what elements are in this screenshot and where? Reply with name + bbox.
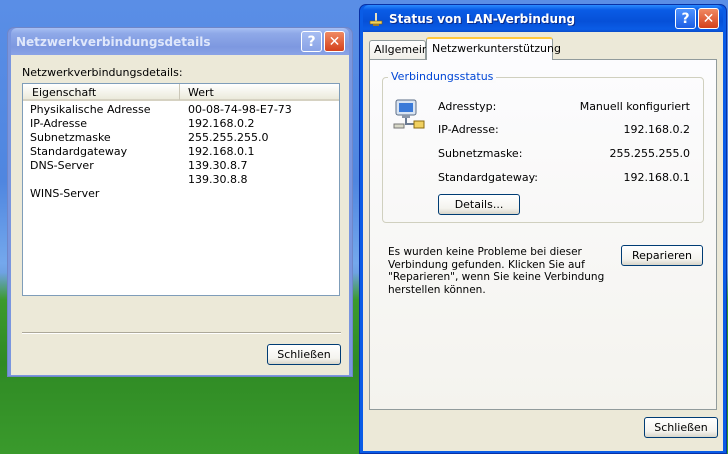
table-row[interactable]: IP-Adresse 192.168.0.2 [23,117,339,131]
row-property: WINS-Server [30,187,100,200]
field-label-adresstyp: Adresstyp: [438,100,497,113]
close-icon[interactable]: ✕ [324,31,345,52]
column-header-property[interactable]: Eigenschaft [23,84,180,100]
problem-text-line: "Reparieren", wenn Sie keine Verbindung [388,271,605,283]
row-value: 192.168.0.2 [188,117,255,130]
details-window-title: Netzwerkverbindungsdetails [16,34,211,49]
field-label-gateway: Standardgateway: [438,171,538,184]
details-titlebar[interactable]: Netzwerkverbindungsdetails ? ✕ [11,28,349,55]
field-value-adresstyp: Manuell konfiguriert [579,100,690,113]
close-button[interactable]: Schließen [644,417,718,438]
field-label-subnet: Subnetzmaske: [438,147,523,160]
divider [22,332,341,334]
network-connection-icon [368,11,384,27]
row-property: DNS-Server [30,159,94,172]
status-titlebar[interactable]: Status von LAN-Verbindung ? ✕ [363,5,723,32]
field-label-ip: IP-Adresse: [438,123,499,136]
row-value: 255.255.255.0 [188,131,269,144]
network-computer-icon [392,97,426,131]
listview-header: Eigenschaft Wert [23,84,339,101]
table-row[interactable]: Standardgateway 192.168.0.1 [23,145,339,159]
details-listview[interactable]: Eigenschaft Wert Physikalische Adresse 0… [22,83,340,296]
tab-allgemein-label: Allgemein [374,43,429,56]
row-value: 139.30.8.8 [188,173,248,186]
details-client: Netzwerkverbindungsdetails: Eigenschaft … [11,55,349,375]
column-header-property-label: Eigenschaft [32,86,97,99]
row-property: Subnetzmaske [30,131,111,144]
status-client: Allgemein Netzwerkunterstützung Verbindu… [363,32,723,451]
table-row[interactable]: 139.30.8.8 [23,173,339,187]
close-button[interactable]: Schließen [267,344,341,365]
help-button[interactable]: ? [301,31,322,52]
tab-allgemein[interactable]: Allgemein [369,40,429,59]
row-value: 00-08-74-98-E7-73 [188,103,292,116]
row-value: 139.30.8.7 [188,159,248,172]
problem-text-line: herstellen können. [388,283,486,296]
table-row[interactable]: Subnetzmaske 255.255.255.0 [23,131,339,145]
problem-text-line: Verbindung gefunden. Klicken Sie auf [388,258,585,271]
tab-page: Verbindungsstatus Adresstyp: Manuell kon… [369,59,717,410]
details-heading: Netzwerkverbindungsdetails: [22,66,183,79]
details-button[interactable]: Details... [438,194,520,215]
problem-text: Es wurden keine Probleme bei dieser Verb… [388,246,608,296]
status-window-title: Status von LAN-Verbindung [389,11,576,26]
tab-netzwerkunterstuetzung-label: Netzwerkunterstützung [432,42,561,55]
listview-rows: Physikalische Adresse 00-08-74-98-E7-73 … [23,103,339,201]
field-value-ip: 192.168.0.2 [623,123,690,136]
row-property: IP-Adresse [30,117,87,130]
field-value-gateway: 192.168.0.1 [623,171,690,184]
details-window: Netzwerkverbindungsdetails ? ✕ Netzwerkv… [7,27,353,377]
row-property: Standardgateway [30,145,128,158]
table-row[interactable]: Physikalische Adresse 00-08-74-98-E7-73 [23,103,339,117]
status-window: Status von LAN-Verbindung ? ✕ Allgemein … [359,4,727,454]
group-title: Verbindungsstatus [388,70,497,83]
close-icon[interactable]: ✕ [698,8,719,29]
field-value-subnet: 255.255.255.0 [609,147,690,160]
table-row[interactable]: DNS-Server 139.30.8.7 [23,159,339,173]
table-row[interactable]: WINS-Server [23,187,339,201]
repair-button[interactable]: Reparieren [621,245,703,266]
help-button[interactable]: ? [675,8,696,29]
column-header-value-label: Wert [188,86,214,99]
column-header-value[interactable]: Wert [181,84,339,100]
row-property: Physikalische Adresse [30,103,151,116]
problem-text-line: Es wurden keine Probleme bei dieser [388,246,582,258]
row-value: 192.168.0.1 [188,145,255,158]
tab-netzwerkunterstuetzung[interactable]: Netzwerkunterstützung [426,37,561,60]
